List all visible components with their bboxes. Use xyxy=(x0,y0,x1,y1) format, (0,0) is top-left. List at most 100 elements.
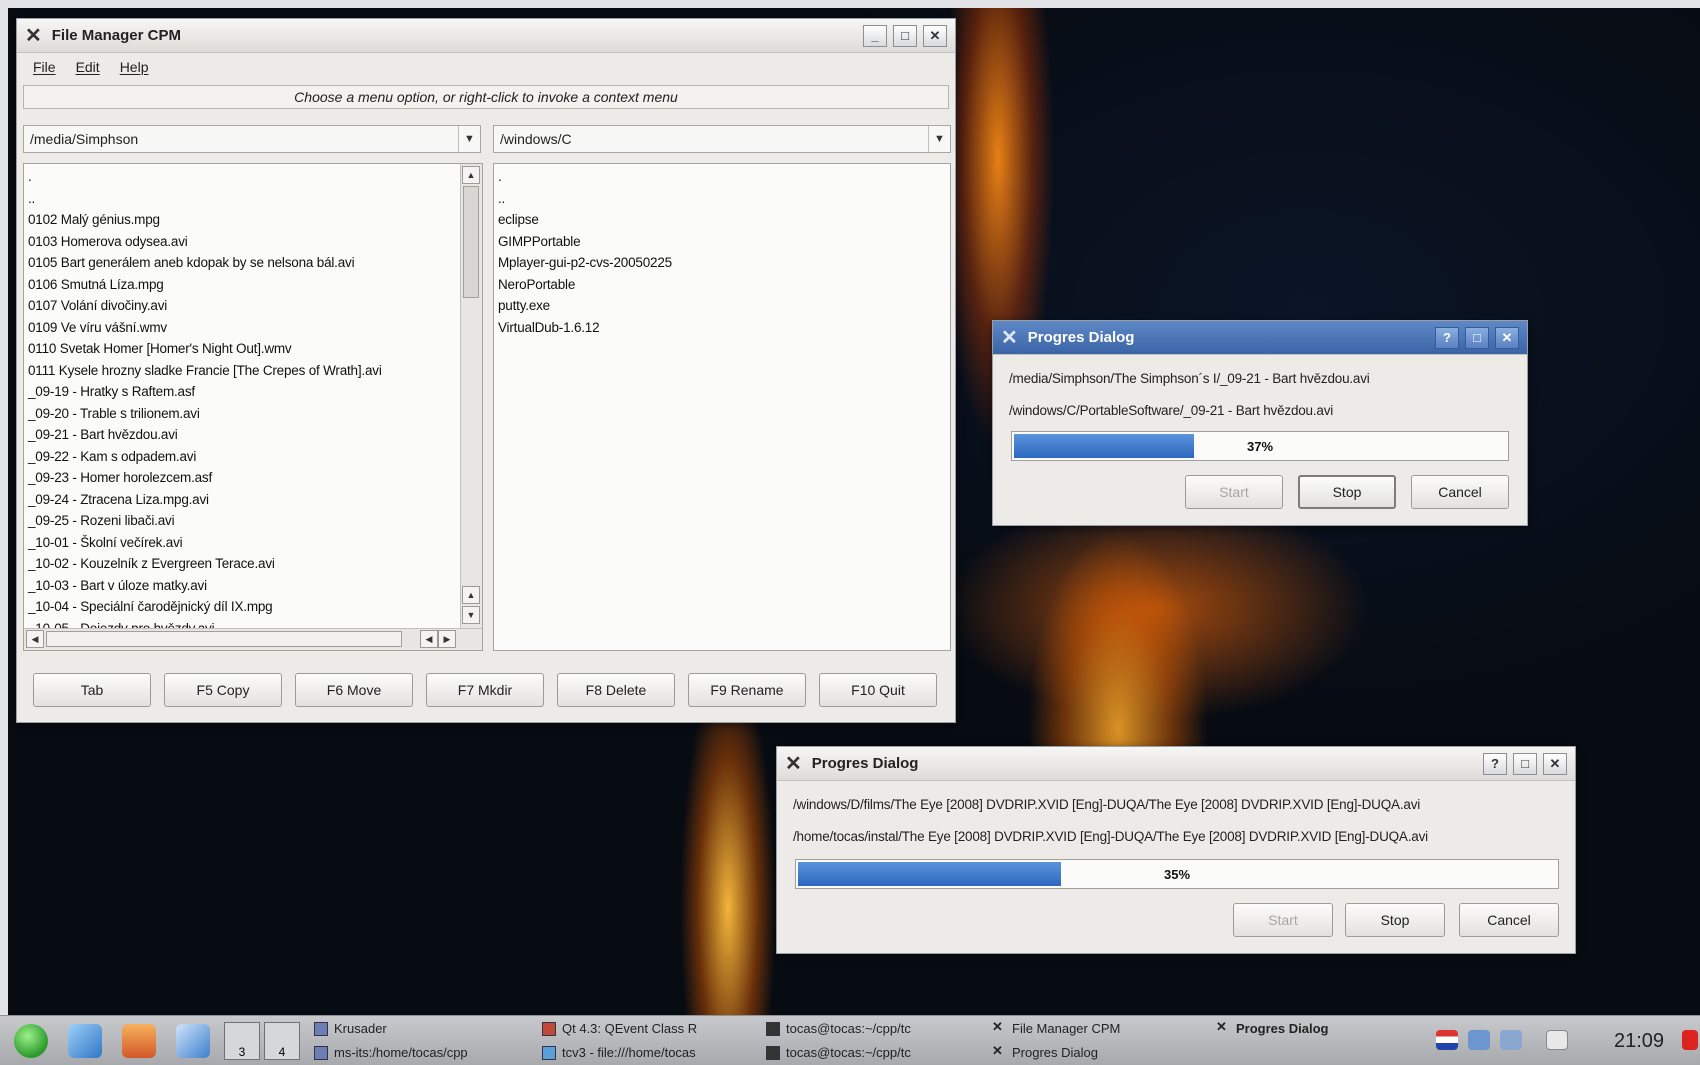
list-item[interactable]: _09-23 - Homer horolezcem.asf xyxy=(24,467,460,489)
move-button[interactable]: F6 Move xyxy=(295,673,413,707)
list-item[interactable]: _09-22 - Kam s odpadem.avi xyxy=(24,446,460,468)
list-item[interactable]: . xyxy=(24,166,460,188)
list-item[interactable]: eclipse xyxy=(494,209,950,231)
list-item[interactable]: . xyxy=(494,166,950,188)
list-item[interactable]: _09-25 - Rozeni libači.avi xyxy=(24,510,460,532)
scroll-right-arrow[interactable]: ▶ xyxy=(438,630,456,648)
maximize-button[interactable]: □ xyxy=(1465,326,1489,349)
chevron-down-icon[interactable]: ▼ xyxy=(928,126,950,152)
list-item[interactable]: 0107 Volání divočiny.avi xyxy=(24,295,460,317)
task-ms-its[interactable]: ms-its:/home/tocas/cpp xyxy=(312,1042,468,1064)
desktop-icon[interactable] xyxy=(68,1024,102,1058)
flag-icon[interactable] xyxy=(1436,1030,1458,1050)
close-button[interactable]: ✕ xyxy=(923,24,947,47)
list-item[interactable]: 0110 Svetak Homer [Homer's Night Out].wm… xyxy=(24,338,460,360)
stop-button[interactable]: Stop xyxy=(1345,903,1445,937)
list-item[interactable]: _09-24 - Ztracena Liza.mpg.avi xyxy=(24,489,460,511)
close-button[interactable]: ✕ xyxy=(1543,752,1567,775)
network-icon[interactable] xyxy=(1468,1030,1490,1050)
left-path-combo[interactable]: /media/Simphson ▼ xyxy=(23,125,481,153)
h-scroll-thumb[interactable] xyxy=(46,631,402,647)
task-file-manager[interactable]: ✕ File Manager CPM xyxy=(990,1018,1120,1040)
browser-icon[interactable] xyxy=(176,1024,210,1058)
list-item[interactable]: putty.exe xyxy=(494,295,950,317)
home-folder-icon[interactable] xyxy=(122,1024,156,1058)
maximize-button[interactable]: □ xyxy=(893,24,917,47)
help-button[interactable]: ? xyxy=(1435,326,1459,349)
menu-help[interactable]: Help xyxy=(120,59,149,75)
task-qt-docs[interactable]: Qt 4.3: QEvent Class R xyxy=(540,1018,697,1040)
cancel-button[interactable]: Cancel xyxy=(1411,475,1509,509)
scroll-up-arrow[interactable]: ▲ xyxy=(462,166,480,184)
right-file-list[interactable]: ... eclipse GIMPPortable Mplayer-gui-p2-cvs… xyxy=(493,163,951,651)
clipboard-icon[interactable] xyxy=(1546,1030,1568,1050)
file-manager-titlebar[interactable]: ✕ File Manager CPM _ □ ✕ xyxy=(17,19,955,53)
tab-button[interactable]: Tab xyxy=(33,673,151,707)
stop-button[interactable]: Stop xyxy=(1298,475,1396,509)
list-item[interactable]: _09-20 - Trable s trilionem.avi xyxy=(24,403,460,425)
list-item[interactable]: GIMPPortable xyxy=(494,231,950,253)
chevron-down-icon[interactable]: ▼ xyxy=(458,126,480,152)
list-item[interactable]: _10-04 - Speciální čarodějnický díl IX.m… xyxy=(24,596,460,618)
task-progress-dialog-1[interactable]: ✕ Progres Dialog xyxy=(1214,1018,1328,1040)
scroll-thumb[interactable] xyxy=(463,186,479,298)
task-terminal-1[interactable]: tocas@tocas:~/cpp/tc xyxy=(764,1018,911,1040)
task-progress-dialog-2[interactable]: ✕ Progres Dialog xyxy=(990,1042,1098,1064)
list-item[interactable]: _09-19 - Hratky s Raftem.asf xyxy=(24,381,460,403)
scroll-up-arrow[interactable]: ▲ xyxy=(462,586,480,604)
list-item[interactable]: NeroPortable xyxy=(494,274,950,296)
rename-button[interactable]: F9 Rename xyxy=(688,673,806,707)
copy-button[interactable]: F5 Copy xyxy=(164,673,282,707)
scroll-left-arrow[interactable]: ◀ xyxy=(420,630,438,648)
kde-x-icon[interactable]: ✕ xyxy=(785,754,802,774)
list-item[interactable]: .. xyxy=(24,188,460,210)
kde-x-icon[interactable]: ✕ xyxy=(25,26,42,46)
list-item[interactable]: 0111 Kysele hrozny sladke Francie [The C… xyxy=(24,360,460,382)
pager-desktop-3[interactable]: 3 xyxy=(224,1022,260,1060)
left-file-list[interactable]: ... 0102 Malý génius.mpg 0103 Homerova ody… xyxy=(23,163,483,651)
menu-edit[interactable]: Edit xyxy=(76,59,100,75)
close-button[interactable]: ✕ xyxy=(1495,326,1519,349)
progress-dialog-1-titlebar[interactable]: ✕ Progres Dialog ? □ ✕ xyxy=(993,321,1527,355)
help-button[interactable]: ? xyxy=(1483,752,1507,775)
quit-button[interactable]: F10 Quit xyxy=(819,673,937,707)
start-button[interactable]: Start xyxy=(1233,903,1333,937)
list-item[interactable]: _10-02 - Kouzelník z Evergreen Terace.av… xyxy=(24,553,460,575)
kde-x-icon[interactable]: ✕ xyxy=(1001,328,1018,348)
pager-desktop-4[interactable]: 4 xyxy=(264,1022,300,1060)
menu-file[interactable]: File xyxy=(33,59,56,75)
list-item[interactable]: 0106 Smutná Líza.mpg xyxy=(24,274,460,296)
start-button[interactable]: Start xyxy=(1185,475,1283,509)
progress-dialog-2-titlebar[interactable]: ✕ Progres Dialog ? □ ✕ xyxy=(777,747,1575,781)
list-item[interactable]: 0103 Homerova odysea.avi xyxy=(24,231,460,253)
calendar-icon[interactable] xyxy=(1682,1030,1698,1050)
list-item[interactable]: .. xyxy=(494,188,950,210)
cancel-button[interactable]: Cancel xyxy=(1459,903,1559,937)
left-vertical-scrollbar[interactable]: ▲ ▲ ▼ xyxy=(460,164,482,628)
list-item[interactable]: 0105 Bart generálem aneb kdopak by se ne… xyxy=(24,252,460,274)
list-item[interactable]: _10-01 - Školní večírek.avi xyxy=(24,532,460,554)
right-path-value: /windows/C xyxy=(500,131,572,147)
left-horizontal-scrollbar[interactable]: ◀ ◀ ▶ xyxy=(24,628,482,650)
minimize-button[interactable]: _ xyxy=(863,24,887,47)
delete-button[interactable]: F8 Delete xyxy=(557,673,675,707)
volume-icon[interactable] xyxy=(1500,1030,1522,1050)
clock[interactable]: 21:09 xyxy=(1614,1030,1664,1053)
task-terminal-2[interactable]: tocas@tocas:~/cpp/tc xyxy=(764,1042,911,1064)
list-item[interactable]: _09-21 - Bart hvězdou.avi xyxy=(24,424,460,446)
scroll-left-arrow[interactable]: ◀ xyxy=(26,630,44,648)
file-manager-title: File Manager CPM xyxy=(51,27,181,44)
scroll-down-arrow[interactable]: ▼ xyxy=(462,606,480,624)
task-konqueror[interactable]: tcv3 - file:///home/tocas xyxy=(540,1042,696,1064)
mkdir-button[interactable]: F7 Mkdir xyxy=(426,673,544,707)
list-item[interactable]: 0109 Ve víru vášní.wmv xyxy=(24,317,460,339)
kde-menu-icon[interactable] xyxy=(14,1024,48,1058)
task-krusader[interactable]: Krusader xyxy=(312,1018,387,1040)
right-path-combo[interactable]: /windows/C ▼ xyxy=(493,125,951,153)
list-item[interactable]: _10-03 - Bart v úloze matky.avi xyxy=(24,575,460,597)
list-item[interactable]: 0102 Malý génius.mpg xyxy=(24,209,460,231)
maximize-button[interactable]: □ xyxy=(1513,752,1537,775)
list-item[interactable]: Mplayer-gui-p2-cvs-20050225 xyxy=(494,252,950,274)
list-item[interactable]: VirtualDub-1.6.12 xyxy=(494,317,950,339)
file-manager-window: ✕ File Manager CPM _ □ ✕ File Edit Help … xyxy=(16,18,956,723)
